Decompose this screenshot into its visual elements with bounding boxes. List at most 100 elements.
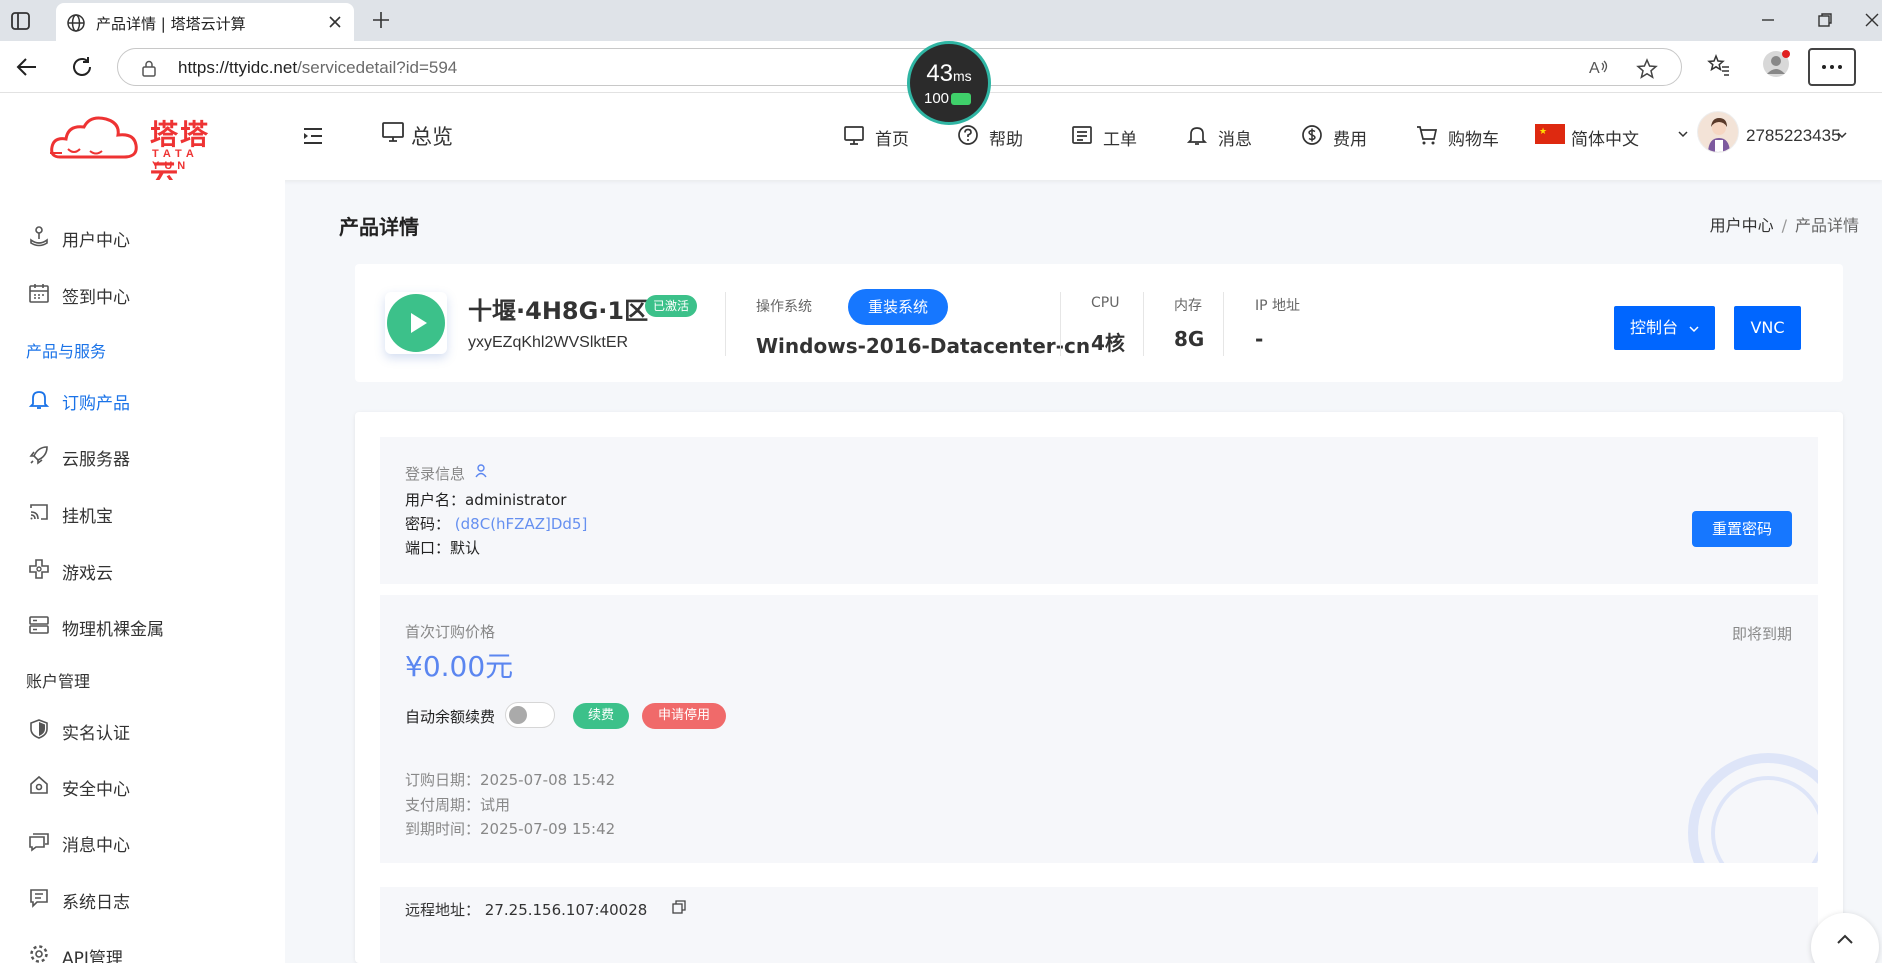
breadcrumb-current: 产品详情 (1794, 216, 1859, 235)
svg-text:A: A (1589, 60, 1600, 77)
rocket-icon (29, 446, 48, 465)
toggle-knob (509, 706, 527, 724)
username[interactable]: 2785223435 (1746, 126, 1841, 146)
gamepad-icon (29, 559, 49, 579)
memory-label: 内存 (1174, 298, 1202, 314)
battery-value: 100 (924, 90, 950, 107)
sidebar-item-label: 实名认证 (62, 724, 130, 744)
collapse-menu-icon[interactable] (302, 126, 324, 146)
os-label: 操作系统 (756, 299, 812, 315)
read-aloud-icon[interactable]: A (1588, 58, 1610, 78)
divider (1060, 292, 1061, 356)
product-name: 十堰·4H8G·1区 (468, 297, 649, 325)
remote-section: 远程地址： 27.25.156.107:40028 (380, 887, 1818, 963)
login-info-title: 登录信息 (405, 463, 488, 484)
memory-value: 8G (1174, 327, 1205, 351)
bell-icon (1186, 127, 1208, 145)
first-price-value: ¥0.00元 (405, 650, 514, 683)
console-button[interactable]: 控制台 (1614, 306, 1715, 350)
new-tab-icon[interactable] (370, 9, 392, 31)
help-icon (958, 125, 978, 145)
restore-icon[interactable] (1815, 10, 1835, 30)
profile-icon[interactable] (1761, 49, 1791, 79)
user-chevron-down-icon[interactable] (1836, 131, 1848, 141)
reset-password-button[interactable]: 重置密码 (1692, 511, 1792, 547)
auto-renew-label: 自动余额续费 (405, 708, 496, 726)
server-icon (29, 616, 49, 634)
calendar-icon (29, 284, 49, 303)
nav-fee-label: 费用 (1333, 130, 1367, 150)
login-password-row: 密码： (d8C(hFZAZ]Dd5] (405, 515, 588, 533)
language-label: 简体中文 (1571, 130, 1639, 150)
back-icon[interactable] (14, 54, 40, 80)
sidebar-item-label: 云服务器 (62, 450, 130, 470)
globe-icon (66, 13, 86, 33)
console-button-label: 控制台 (1629, 318, 1678, 337)
reinstall-button[interactable]: 重装系统 (848, 289, 948, 325)
remote-address-value: 27.25.156.107:40028 (484, 901, 648, 919)
auto-renew-toggle[interactable] (505, 702, 555, 728)
ping-unit: ms (953, 68, 972, 84)
breadcrumb: 用户中心 / 产品详情 (1710, 212, 1859, 236)
log-icon (30, 889, 48, 908)
os-value: Windows-2016-Datacenter-cn (756, 334, 1091, 358)
divider (725, 292, 726, 356)
monitor-icon (382, 122, 404, 142)
favorite-star-icon[interactable] (1636, 58, 1658, 80)
sidebar-item-label: API管理 (62, 949, 123, 963)
more-menu-button[interactable] (1808, 48, 1856, 86)
joystick-icon (30, 226, 48, 247)
ip-value: - (1255, 327, 1264, 351)
page-title: 产品详情 (339, 215, 419, 239)
nav-cart-label: 购物车 (1448, 130, 1499, 150)
cloud-logo-icon (50, 116, 138, 159)
logo[interactable]: 塔塔云 TATA YUN (48, 111, 233, 191)
cpu-label: CPU (1091, 295, 1120, 311)
nav-ticket-label: 工单 (1103, 130, 1137, 150)
ping-overlay: 43ms 100 (907, 41, 991, 125)
message-icon (29, 833, 49, 852)
sidebar-item-label: 安全中心 (62, 780, 130, 800)
url-text: https://ttyidc.net/servicedetail?id=594 (178, 58, 458, 77)
sidebar-item-label: 签到中心 (62, 288, 130, 308)
expire-time: 到期时间：2025-07-09 15:42 (405, 820, 616, 838)
request-stop-button[interactable]: 申请停用 (642, 703, 726, 729)
sidebar-item-label: 挂机宝 (62, 507, 113, 527)
dollar-icon (1302, 125, 1322, 145)
product-hostname: yxyEZqKhl2WVSlktER (468, 334, 629, 351)
pay-cycle: 支付周期：试用 (405, 796, 511, 814)
billing-section: 首次订购价格 ¥0.00元 即将到期 自动余额续费 续费 申请停用 订购日期：2… (380, 595, 1818, 863)
close-window-icon[interactable] (1862, 10, 1882, 30)
refresh-icon[interactable] (69, 54, 95, 80)
renew-button[interactable]: 续费 (573, 703, 629, 729)
product-summary-card: 十堰·4H8G·1区 已激活 yxyEZqKhl2WVSlktER 操作系统 重… (355, 264, 1843, 382)
lock-icon[interactable] (140, 59, 158, 77)
china-flag-icon: ★ (1535, 124, 1565, 144)
sidebar-item-label: 系统日志 (62, 893, 130, 913)
avatar[interactable] (1697, 111, 1739, 153)
login-password-value[interactable]: (d8C(hFZAZ]Dd5] (455, 515, 588, 533)
expire-status: 即将到期 (1731, 625, 1792, 643)
chevron-down-icon (1689, 325, 1699, 332)
cart-icon (1417, 126, 1438, 145)
copy-icon[interactable] (672, 900, 686, 914)
login-port-row: 端口：默认 (405, 539, 481, 557)
ticket-icon (1072, 126, 1092, 144)
sidebar-toggle-icon[interactable] (10, 10, 32, 32)
sidebar-item-label: 用户中心 (62, 231, 130, 251)
minimize-icon[interactable] (1758, 10, 1778, 30)
login-port-value: 默认 (450, 539, 481, 557)
chevron-up-icon (1837, 934, 1853, 944)
breadcrumb-user-center[interactable]: 用户中心 (1710, 216, 1774, 235)
ip-label: IP 地址 (1255, 298, 1301, 314)
favorites-icon[interactable] (1707, 53, 1731, 77)
vnc-button[interactable]: VNC (1734, 306, 1801, 350)
sidebar-item-label: 游戏云 (62, 564, 113, 584)
close-tab-icon[interactable] (326, 13, 344, 31)
browser-tab[interactable]: 产品详情 | 塔塔云计算 (56, 3, 354, 41)
power-status-button[interactable] (385, 292, 447, 354)
product-detail-panel: 登录信息 用户名：administrator 密码： (d8C(hFZAZ]Dd… (355, 412, 1843, 963)
divider (1223, 292, 1224, 356)
sidebar-item-label: 消息中心 (62, 836, 130, 856)
url-field[interactable]: https://ttyidc.net/servicedetail?id=594 … (117, 48, 1682, 86)
